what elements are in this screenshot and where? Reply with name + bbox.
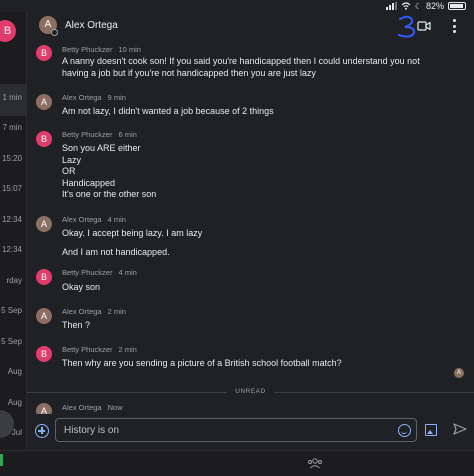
read-receipt-avatar: A — [454, 368, 464, 378]
conversation-time: Aug — [7, 398, 22, 407]
message-list: B Betty Phuckzer 10 min A nanny doesn't c… — [27, 40, 474, 419]
conversation-time: Aug — [7, 367, 22, 376]
unread-divider: UNREAD — [27, 386, 474, 398]
battery-icon — [448, 2, 466, 10]
battery-percent: 82% — [425, 1, 444, 11]
message-line: Okay son — [62, 282, 101, 292]
emoji-icon[interactable] — [398, 424, 411, 437]
message-body: Am not lazy, I didn't wanted a job becau… — [62, 106, 462, 118]
conversation-list: B 1 min 7 min 15:20 15:07 12:34 12:34 rd… — [0, 12, 27, 452]
sender-name: Alex Ortega — [62, 307, 102, 316]
message-meta: Alex Ortega 2 min — [62, 307, 126, 316]
message-body: A nanny doesn't cook son! If you said yo… — [62, 56, 462, 79]
sender-name: Betty Phuckzer — [62, 130, 113, 139]
conversation-time: 5 Sep — [1, 337, 22, 346]
status-indicators: ☾ 82% — [385, 1, 466, 11]
wifi-icon — [401, 2, 411, 10]
message-time: 4 min — [107, 215, 126, 224]
more-options-icon[interactable] — [451, 19, 457, 33]
message-line — [62, 240, 462, 247]
message-input-text[interactable]: History is on — [64, 425, 119, 436]
sender-name: Alex Ortega — [62, 215, 102, 224]
message-time: 9 min — [107, 93, 126, 102]
sender-avatar[interactable]: B — [36, 346, 52, 362]
conversation-avatar[interactable]: B — [0, 20, 16, 42]
add-icon[interactable] — [35, 424, 49, 438]
signal-icon — [385, 2, 397, 10]
conversation-time: rday — [6, 276, 22, 285]
message-line: Handicapped — [62, 177, 116, 188]
conversation-time: 15:20 — [1, 154, 22, 163]
message-line: having a job but if you're not handicapp… — [62, 67, 316, 78]
sender-name: Betty Phuckzer — [62, 345, 113, 354]
message-meta: Betty Phuckzer 4 min — [62, 268, 137, 277]
message-meta: Betty Phuckzer 6 min — [62, 130, 137, 139]
message-input[interactable]: History is on — [55, 418, 417, 442]
message-time: 10 min — [118, 45, 141, 54]
message-line: It's one or the other son — [62, 189, 157, 199]
message-body: Then why are you sending a picture of a … — [62, 358, 462, 370]
sender-avatar[interactable]: B — [36, 45, 52, 61]
image-icon[interactable] — [425, 424, 437, 436]
message-line: Son you ARE either — [62, 143, 141, 153]
message-meta: Alex Ortega 4 min — [62, 215, 126, 224]
presence-indicator — [51, 29, 58, 36]
moon-icon: ☾ — [414, 1, 422, 11]
video-call-icon[interactable] — [417, 20, 431, 32]
chat-header: A Alex Ortega — [27, 12, 474, 40]
active-indicator — [0, 454, 3, 466]
message-line: And I am not handicapped. — [62, 246, 170, 257]
message-meta: Alex Ortega Now — [62, 403, 123, 412]
send-icon[interactable] — [453, 423, 467, 435]
message-line: Okay. I accept being lazy. I am lazy — [62, 228, 203, 238]
sender-avatar[interactable]: A — [36, 216, 52, 232]
bottom-bar — [0, 450, 474, 476]
message-line: OR — [62, 166, 76, 176]
message-line: Lazy — [62, 154, 82, 165]
conversation-time: Jul — [11, 428, 22, 437]
message-body: Okay son — [62, 282, 462, 294]
people-icon[interactable] — [307, 458, 323, 469]
message-time: 4 min — [118, 268, 137, 277]
message-meta: Alex Ortega 9 min — [62, 93, 126, 102]
message-time: 6 min — [118, 130, 137, 139]
message-time: 2 min — [107, 307, 126, 316]
sender-avatar[interactable]: A — [36, 94, 52, 110]
conversation-time: 12:34 — [1, 245, 22, 254]
message-body: Okay. I accept being lazy. I am lazy And… — [62, 228, 462, 258]
sender-name: Alex Ortega — [62, 93, 102, 102]
conversation-time: 5 Sep — [1, 306, 22, 315]
message-meta: Betty Phuckzer 2 min — [62, 345, 137, 354]
contact-name[interactable]: Alex Ortega — [65, 20, 118, 31]
message-meta: Betty Phuckzer 10 min — [62, 45, 141, 54]
message-body: Son you ARE either Lazy OR Handicapped I… — [62, 143, 462, 201]
handwritten-annotation — [398, 15, 416, 38]
sender-name: Alex Ortega — [62, 403, 102, 412]
sender-name: Betty Phuckzer — [62, 45, 113, 54]
conversation-time: 1 min — [2, 93, 22, 102]
message-line: Then why are you sending a picture of a … — [62, 358, 342, 368]
message-time: Now — [107, 403, 123, 412]
message-body: Then ? — [62, 320, 462, 332]
conversation-time: 15:07 — [1, 184, 22, 193]
sender-avatar[interactable]: A — [36, 308, 52, 324]
message-line: Am not lazy, I didn't wanted a job becau… — [62, 106, 274, 116]
sender-avatar[interactable]: B — [36, 131, 52, 147]
message-line: A nanny doesn't cook son! If you said yo… — [62, 56, 420, 66]
message-time: 2 min — [118, 345, 137, 354]
conversation-time: 12:34 — [1, 215, 22, 224]
status-bar: ☾ 82% — [0, 0, 474, 12]
unread-label: UNREAD — [235, 388, 266, 395]
sender-avatar[interactable]: B — [36, 269, 52, 285]
message-composer: History is on — [27, 414, 474, 448]
sender-name: Betty Phuckzer — [62, 268, 113, 277]
message-line: Then ? — [62, 320, 91, 330]
conversation-time: 7 min — [2, 123, 22, 132]
